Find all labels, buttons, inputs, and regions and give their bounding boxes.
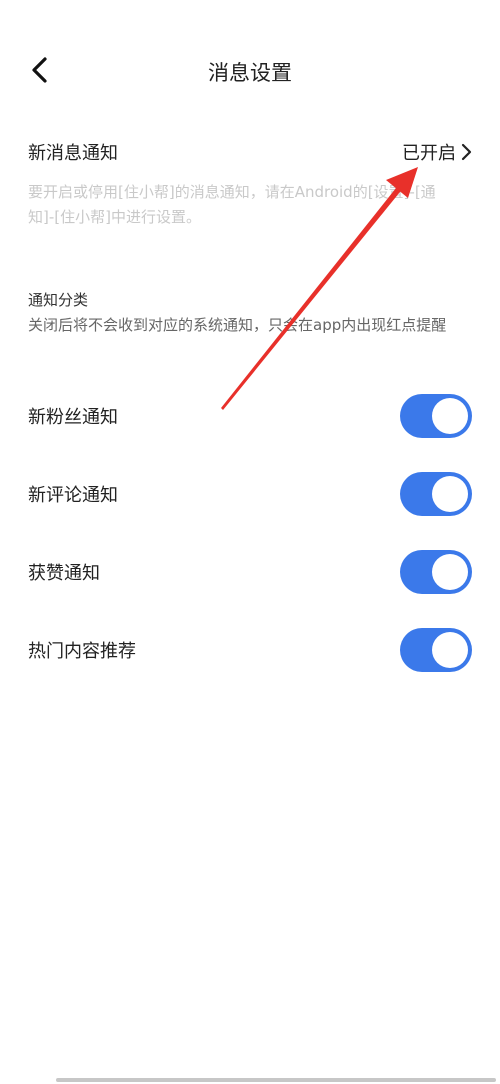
toggle-label: 获赞通知 (28, 563, 100, 584)
notification-status-text: 已开启 (402, 143, 456, 164)
toggle-label: 新粉丝通知 (28, 407, 118, 428)
home-indicator[interactable] (56, 1078, 496, 1082)
new-message-notification-row[interactable]: 新消息通知 已开启 (28, 135, 472, 169)
notification-status-link[interactable]: 已开启 (402, 139, 472, 165)
new-message-notification-label: 新消息通知 (28, 143, 118, 164)
new-comments-toggle[interactable] (400, 472, 472, 516)
toggle-row-new-followers: 新粉丝通知 (28, 393, 472, 439)
notification-settings-hint: 要开启或停用[住小帮]的消息通知，请在Android的[设置]-[通知]-[住小… (28, 183, 436, 226)
toggle-knob (432, 554, 468, 590)
header: 消息设置 (0, 40, 500, 100)
category-section-title: 通知分类 (28, 291, 89, 309)
page-title: 消息设置 (208, 61, 292, 85)
toggle-row-hot-content: 热门内容推荐 (28, 627, 472, 673)
likes-toggle[interactable] (400, 550, 472, 594)
chevron-right-icon (461, 143, 472, 161)
category-section-description: 关闭后将不会收到对应的系统通知，只会在app内出现红点提醒 (28, 316, 447, 334)
toggle-row-likes: 获赞通知 (28, 549, 472, 595)
toggle-knob (432, 476, 468, 512)
toggle-knob (432, 632, 468, 668)
message-settings-screen: 消息设置 新消息通知 已开启 要开启或停用[住小帮]的消息通知，请在Androi… (0, 0, 500, 1084)
toggle-label: 新评论通知 (28, 485, 118, 506)
toggle-label: 热门内容推荐 (28, 641, 136, 662)
new-followers-toggle[interactable] (400, 394, 472, 438)
toggle-knob (432, 398, 468, 434)
toggle-row-new-comments: 新评论通知 (28, 471, 472, 517)
hot-content-toggle[interactable] (400, 628, 472, 672)
